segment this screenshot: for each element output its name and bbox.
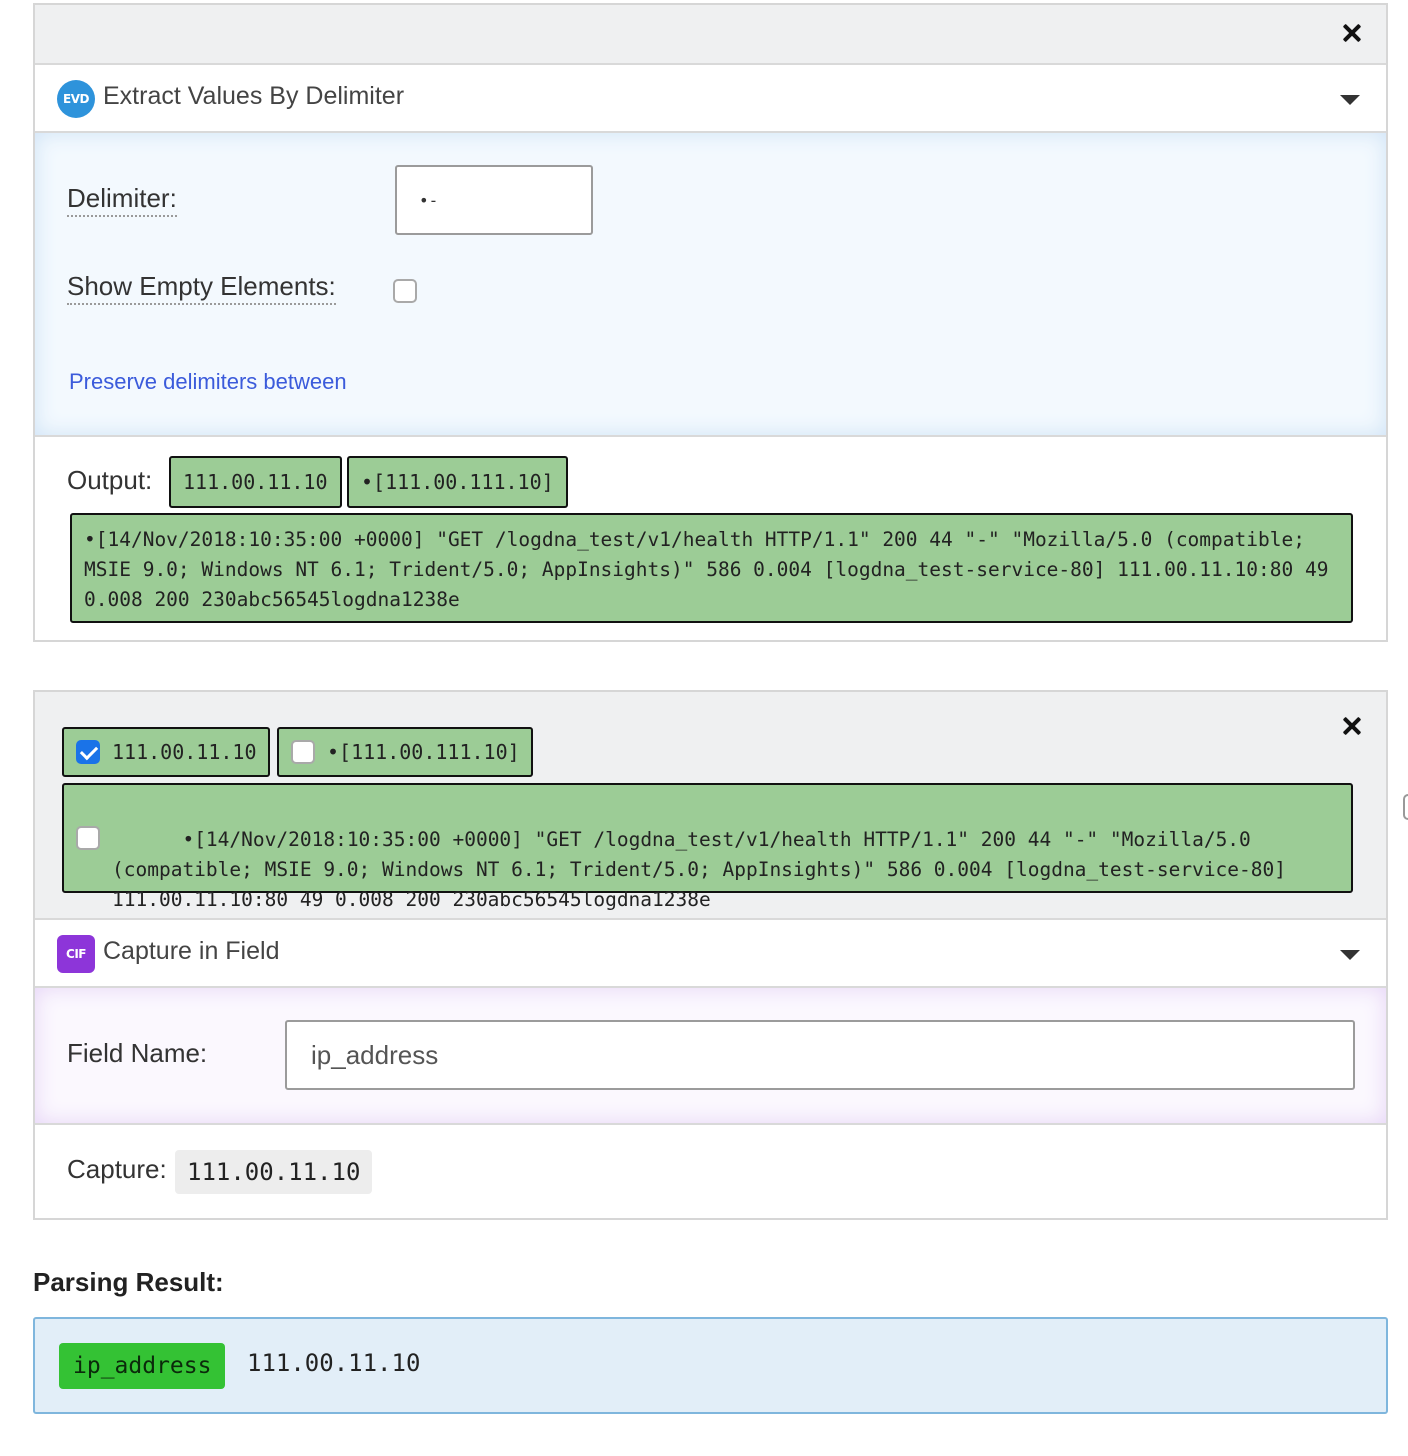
field-name-label: Field Name:: [67, 1038, 208, 1068]
extract-config-panel: Delimiter: Show Empty Elements: Preserve…: [35, 133, 1386, 437]
selection-checkbox[interactable]: [76, 826, 100, 850]
selection-panel: 111.00.11.10 •[111.00.111.10] •[14/Nov/2…: [35, 692, 1386, 920]
evd-badge-icon: EVD: [57, 80, 95, 118]
selection-checkbox[interactable]: [76, 740, 100, 764]
selection-chip-label: 111.00.11.10: [112, 740, 257, 764]
chevron-down-icon[interactable]: [1340, 95, 1360, 105]
extract-header[interactable]: EVD Extract Values By Delimiter: [35, 65, 1386, 133]
selection-checkbox[interactable]: [291, 740, 315, 764]
close-icon[interactable]: [1340, 714, 1364, 738]
capture-field-card: 111.00.11.10 •[111.00.111.10] •[14/Nov/2…: [33, 690, 1388, 1220]
selection-log-text: •[14/Nov/2018:10:35:00 +0000] "GET /logd…: [112, 828, 1298, 911]
capture-config-panel: Field Name:: [35, 988, 1386, 1125]
chevron-down-icon[interactable]: [1340, 950, 1360, 960]
parsing-result-box: ip_address 111.00.11.10: [33, 1317, 1388, 1414]
capture-title: Capture in Field: [103, 937, 280, 965]
result-field-key: ip_address: [59, 1343, 226, 1389]
delimiter-label: Delimiter:: [67, 183, 177, 217]
output-chip: •[111.00.111.10]: [347, 456, 568, 508]
card-toolbar: [35, 5, 1386, 65]
scroll-edge-handle[interactable]: [1403, 794, 1408, 820]
show-empty-label: Show Empty Elements:: [67, 271, 336, 305]
preserve-delimiters-link[interactable]: Preserve delimiters between: [69, 369, 347, 395]
field-name-input[interactable]: [285, 1020, 1355, 1090]
cif-badge-icon: CIF: [57, 935, 95, 973]
delimiter-input[interactable]: [395, 165, 593, 235]
capture-label: Capture:: [67, 1154, 167, 1184]
output-label: Output:: [67, 465, 153, 495]
capture-value: 111.00.11.10: [175, 1150, 373, 1194]
output-log-block: •[14/Nov/2018:10:35:00 +0000] "GET /logd…: [70, 513, 1353, 623]
extract-title: Extract Values By Delimiter: [103, 82, 405, 110]
capture-header[interactable]: CIF Capture in Field: [35, 920, 1386, 988]
parsing-result-heading: Parsing Result:: [33, 1267, 224, 1297]
result-field-value: 111.00.11.10: [247, 1349, 421, 1377]
selection-chip-label: •[111.00.111.10]: [327, 740, 520, 764]
selection-log-block[interactable]: •[14/Nov/2018:10:35:00 +0000] "GET /logd…: [62, 783, 1353, 911]
show-empty-checkbox[interactable]: [393, 279, 417, 303]
output-chip: 111.00.11.10: [169, 456, 342, 508]
extract-values-card: EVD Extract Values By Delimiter Delimite…: [33, 3, 1388, 642]
close-icon[interactable]: [1340, 21, 1364, 45]
selection-chip[interactable]: •[111.00.111.10]: [277, 727, 533, 777]
